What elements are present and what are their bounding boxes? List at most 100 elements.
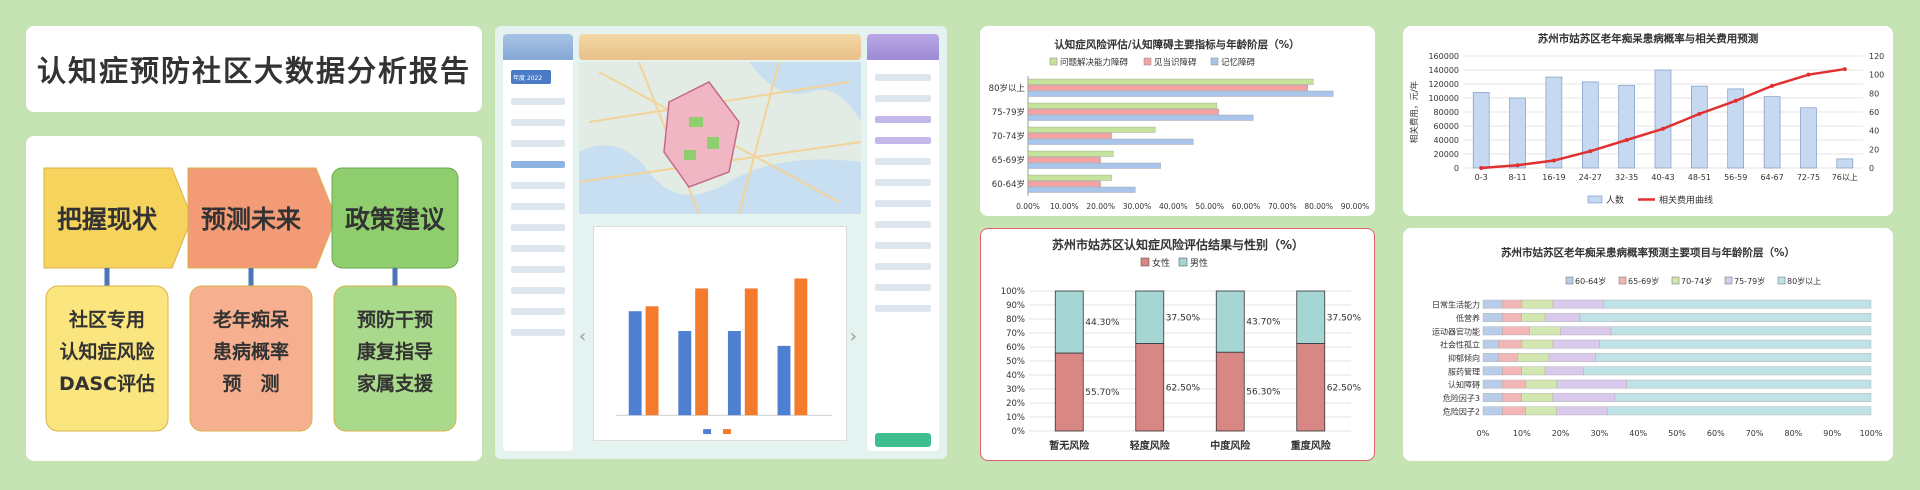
bar-segment [1548, 353, 1596, 362]
bar-segment [1595, 353, 1872, 362]
bar [1472, 92, 1490, 169]
line-point [1479, 166, 1484, 170]
x-tick-label: 60% [1707, 429, 1725, 438]
dashboard-action-button[interactable] [875, 433, 931, 447]
dashboard-right-menu [867, 34, 939, 451]
y-tick-label: 60% [1006, 343, 1025, 353]
chart-items-age-svg: 苏州市姑苏区老年痴呆患病概率预测主要项目与年龄阶层（%） 60-64岁 65-69岁… [1432, 246, 1883, 438]
menu-item[interactable] [875, 263, 931, 270]
map-graphic [579, 62, 861, 214]
y-tick-label: 50% [1006, 357, 1025, 367]
bar [1654, 69, 1672, 169]
y-left-tick-label: 120000 [1428, 80, 1459, 89]
line-point [1697, 111, 1702, 116]
bar-segment [1498, 339, 1522, 349]
menu-item[interactable] [511, 119, 565, 126]
menu-item[interactable] [511, 245, 565, 252]
y-tick-label: 运动器官功能 [1432, 326, 1480, 336]
x-tick-label: 重度风险 [1291, 439, 1332, 452]
bar-segment [1626, 379, 1872, 389]
menu-item[interactable] [875, 158, 931, 165]
dashboard-left-menu: 年度 2022 [503, 34, 573, 451]
x-tick-label: 0% [1477, 429, 1490, 438]
menu-item[interactable] [875, 179, 931, 186]
prev-arrow-icon[interactable]: ‹ [579, 326, 586, 347]
menu-item[interactable] [875, 74, 931, 81]
x-tick-label: 76以上 [1832, 173, 1858, 182]
x-tick-label: 40.00% [1159, 202, 1188, 211]
x-tick-label: 80% [1785, 429, 1803, 438]
y-tick-label: 70-74岁 [992, 131, 1025, 142]
menu-item[interactable] [875, 200, 931, 207]
chart-risk-gender-svg: 苏州市姑苏区认知症风险评估结果与性别（%） 女性 男性 0% 10% 20% 30% 40% 5… [1001, 237, 1362, 452]
y-tick-label: 抑郁倾向 [1448, 353, 1480, 363]
dashboard-map[interactable] [579, 62, 861, 214]
legend-label: 70-74岁 [1681, 276, 1712, 286]
bar [1027, 114, 1254, 121]
menu-item-active[interactable] [511, 161, 565, 168]
y-right-tick-label: 80 [1869, 89, 1879, 98]
flow-step-label: 把握现状 [57, 205, 158, 234]
bar-segment [1502, 299, 1523, 309]
bar-male [1296, 290, 1326, 344]
bar-female [1215, 351, 1245, 432]
bar-segment [1482, 353, 1499, 362]
legend-swatch [1178, 257, 1188, 267]
bar-segment [1521, 393, 1554, 402]
bar [1027, 162, 1161, 169]
bar-segment [1552, 299, 1604, 309]
menu-item[interactable] [875, 95, 931, 102]
menu-item[interactable] [511, 224, 565, 231]
flow-detail-text: 老年痴呆 [213, 308, 289, 331]
x-tick-label: 中度风险 [1210, 439, 1251, 452]
line-point [1624, 138, 1629, 142]
menu-item[interactable] [511, 140, 565, 147]
menu-item[interactable] [511, 266, 565, 273]
menu-item[interactable] [875, 221, 931, 228]
bar-segment [1502, 326, 1530, 336]
bar [1027, 138, 1194, 145]
y-tick-label: 服药管理 [1448, 366, 1480, 376]
x-tick-label: 40% [1629, 429, 1647, 438]
legend-label: 女性 [1152, 257, 1170, 269]
bar [1027, 126, 1156, 133]
line-point [1842, 67, 1847, 72]
x-tick-label: 轻度风险 [1130, 439, 1171, 452]
bar [1618, 85, 1635, 169]
menu-item[interactable] [511, 308, 565, 315]
year-selector[interactable]: 年度 2022 [511, 70, 551, 84]
bar-female [1135, 343, 1165, 432]
flow-detail-text: DASC评估 [59, 372, 155, 395]
menu-item-active[interactable] [875, 137, 931, 144]
menu-item[interactable] [511, 182, 565, 189]
menu-item[interactable] [511, 329, 565, 336]
year-selector-label: 年度 2022 [513, 75, 543, 82]
chart-cognitive-indicators-svg: 认知症风险评估/认知障碍主要指标与年龄阶层（%） 问题解决能力障碍 见当识障碍 记忆障… [989, 38, 1370, 211]
flow-detail-text: 社区专用 [68, 308, 145, 331]
flow-detail-text: 康复指导 [357, 340, 433, 363]
next-arrow-icon[interactable]: › [850, 326, 857, 347]
menu-item[interactable] [875, 284, 931, 291]
y-tick-label: 30% [1006, 385, 1025, 395]
menu-item[interactable] [511, 203, 565, 210]
y-tick-label: 70% [1006, 329, 1025, 339]
bar-segment [1502, 379, 1526, 389]
data-label: 56.30% [1246, 388, 1281, 398]
menu-item-active[interactable] [875, 116, 931, 123]
line-point [1733, 98, 1738, 103]
legend-swatch [1143, 57, 1152, 66]
menu-item[interactable] [511, 287, 565, 294]
bar-segment [1502, 393, 1523, 402]
dashboard-bar-chart-graphic [615, 278, 833, 435]
bar-segment [1502, 366, 1523, 376]
bar-segment [1502, 406, 1526, 416]
legend-swatch [1618, 276, 1627, 285]
y-tick-label: 75-79岁 [992, 107, 1025, 118]
menu-item[interactable] [875, 242, 931, 249]
menu-item[interactable] [875, 305, 931, 312]
y-left-tick-label: 20000 [1434, 150, 1459, 159]
flow-detail-text: 患病概率 [213, 340, 289, 363]
menu-item[interactable] [511, 98, 565, 105]
bar-segment [1521, 339, 1554, 349]
y-tick-label: 低营养 [1456, 313, 1480, 323]
